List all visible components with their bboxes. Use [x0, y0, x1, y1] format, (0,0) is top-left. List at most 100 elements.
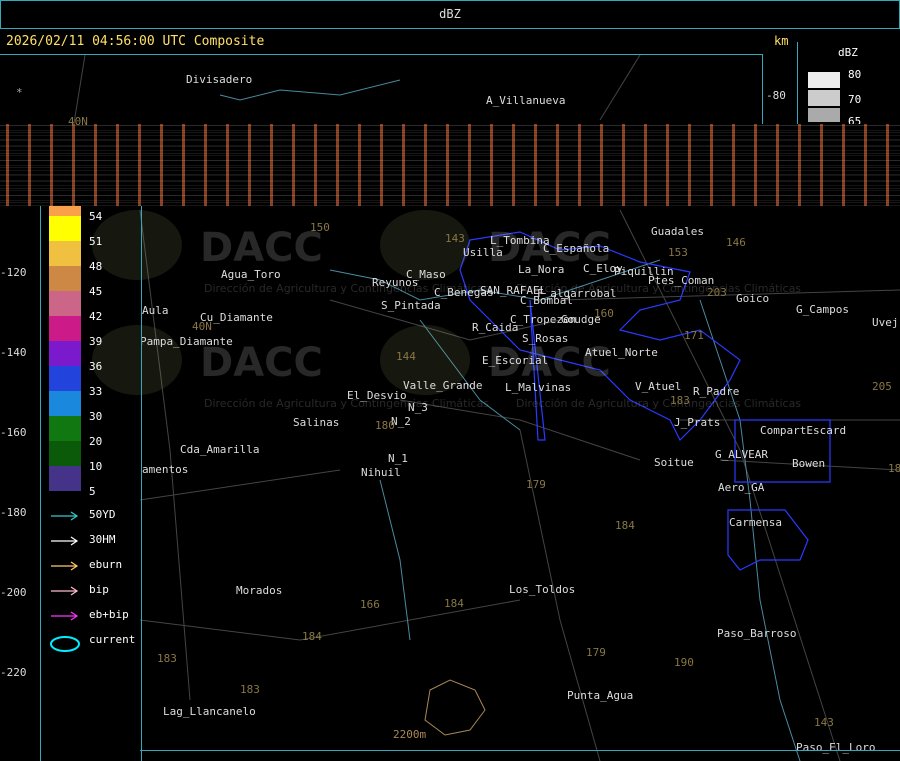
map-number: 183	[670, 394, 690, 407]
colorbar-label: 20	[89, 435, 103, 448]
track-legend-item: 30HM	[49, 533, 116, 550]
place-label: C_Bombal	[520, 294, 573, 307]
place-label: amentos	[142, 463, 189, 476]
place-label: G_Campos	[796, 303, 849, 316]
place-label: Paso_Barroso	[717, 627, 797, 640]
place-label: V_Atuel	[635, 380, 682, 393]
place-label: Aero_GA	[718, 481, 765, 494]
colorbar-swatch	[49, 391, 81, 416]
track-arrow-icon	[51, 611, 79, 621]
colorbar-swatch	[49, 241, 81, 266]
colorbar-swatch	[49, 291, 81, 316]
colorbar-label: 45	[89, 285, 103, 298]
colorbar-swatch	[49, 266, 81, 291]
place-label: Punta_Agua	[567, 689, 634, 702]
place-label: J_Prats	[674, 416, 721, 429]
y-tick: -160	[0, 426, 27, 439]
map-number: 180	[375, 419, 395, 432]
map-number: 190	[674, 656, 694, 669]
colorbar-label: 36	[89, 360, 103, 373]
lat-label: 40N	[68, 115, 88, 128]
place-label: El_Desvio	[347, 389, 407, 402]
place-label: S_Rosas	[522, 332, 569, 345]
colorbar-label: 54	[89, 210, 103, 223]
place-label: S_Pintada	[381, 299, 441, 312]
y-tick: -120	[0, 266, 27, 279]
colorbar-swatch	[49, 416, 81, 441]
marker-star: *	[16, 86, 23, 99]
colorbar-label: 33	[89, 385, 103, 398]
place-label: E_Escorial	[482, 354, 549, 367]
colorbar-swatch	[49, 366, 81, 391]
place-label: Soitue	[654, 456, 694, 469]
track-legend-label: eburn	[89, 558, 123, 571]
y-tick: -140	[0, 346, 27, 359]
map-number: 160	[594, 307, 614, 320]
map-number: 205	[872, 380, 892, 393]
place-label: R_Padre	[693, 385, 740, 398]
place-label: Salinas	[293, 416, 340, 429]
map-number: 146	[726, 236, 746, 249]
place-label: Carmensa	[729, 516, 782, 529]
track-legend-label: eb+bip	[89, 608, 129, 621]
map-number: 184	[615, 519, 635, 532]
track-legend-label: current	[89, 633, 136, 646]
place-label: Valle_Grande	[403, 379, 483, 392]
place-label: Los_Toldos	[509, 583, 576, 596]
place-label: Goico	[736, 292, 770, 305]
place-label: N_3	[408, 401, 428, 414]
colorbar-label: 30	[89, 410, 103, 423]
map-number: 143	[445, 232, 465, 245]
map-number: 184	[302, 630, 322, 643]
place-label: L_Tombina	[490, 234, 550, 247]
place-label: G_ALVEAR	[715, 448, 768, 461]
place-label: Atuel_Norte	[585, 346, 658, 359]
y-tick: -180	[0, 506, 27, 519]
place-label: C_Española	[543, 242, 610, 255]
place-label: N_1	[388, 452, 408, 465]
track-legend-label: 50YD	[89, 508, 116, 521]
colorbar-label: 39	[89, 335, 103, 348]
track-legend-item: eburn	[49, 558, 122, 575]
colorbar-label: 5	[89, 485, 96, 498]
track-legend-label: bip	[89, 583, 109, 596]
track-legend-item: 50YD	[49, 508, 116, 525]
map-number: 203	[707, 286, 727, 299]
place-label: Usilla	[463, 246, 503, 259]
map-number: 18	[888, 462, 900, 475]
track-arrow-icon	[51, 536, 79, 546]
colorbar-swatch	[49, 206, 81, 216]
colorbar-swatch	[49, 441, 81, 466]
track-legend-item: bip	[49, 583, 109, 600]
map-number: 183	[240, 683, 260, 696]
place-label: Aula	[142, 304, 169, 317]
place-label: Uvej	[872, 316, 899, 329]
map-number: 179	[526, 478, 546, 491]
colorbar-label: 42	[89, 310, 103, 323]
place-label: Pampa_Diamante	[140, 335, 233, 348]
place-label: C_Maso	[406, 268, 446, 281]
place-label: L_Malvinas	[505, 381, 572, 394]
place-label: Morados	[236, 584, 283, 597]
place-label: Paso_El_Loro	[796, 741, 876, 754]
map-number: 179	[586, 646, 606, 659]
map-number: 150	[310, 221, 330, 234]
place-label: Nihuil	[361, 466, 401, 479]
place-label: 2200m	[393, 728, 427, 741]
map-number: 171	[684, 329, 704, 342]
place-label: Bowen	[792, 457, 826, 470]
track-arrow-icon	[51, 561, 79, 571]
map-number: 184	[444, 597, 464, 610]
place-label: La_Nora	[518, 263, 565, 276]
track-legend-item: current	[49, 633, 135, 656]
place-label: Ptes_Coman	[648, 274, 715, 287]
track-arrow-icon	[51, 586, 79, 596]
track-legend-label: 30HM	[89, 533, 116, 546]
y-tick: -220	[0, 666, 27, 679]
colorbar-label: 51	[89, 235, 103, 248]
radar-noise-lines	[0, 124, 900, 206]
colorbar-label: 10	[89, 460, 103, 473]
dacc-watermark-subtitle: Dirección de Agricultura y Contingencias…	[516, 397, 802, 410]
colorbar-swatch	[49, 341, 81, 366]
place-label: Cda_Amarilla	[180, 443, 260, 456]
